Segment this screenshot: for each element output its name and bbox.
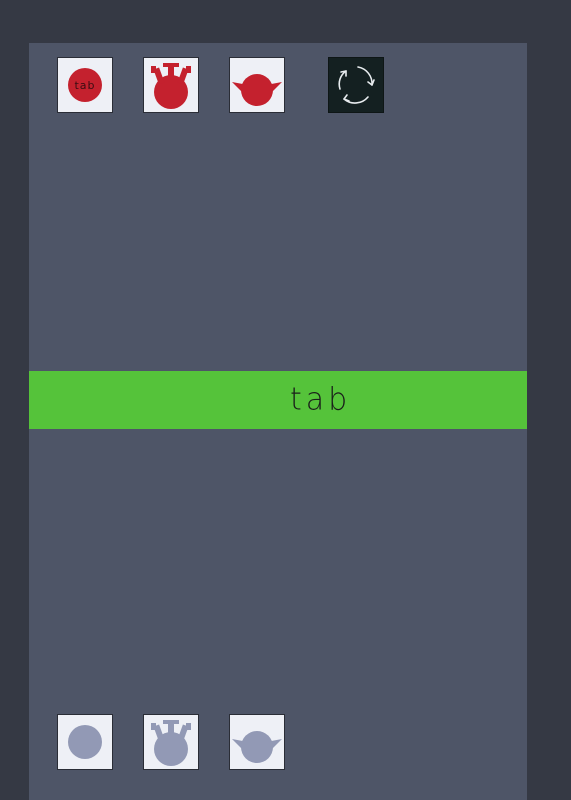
grey-circle-tile[interactable]: [57, 714, 113, 770]
eared-head-icon: [232, 74, 282, 106]
circle-icon: [68, 725, 102, 759]
antlered-head-icon: [151, 63, 191, 109]
reset-button[interactable]: [328, 57, 384, 113]
grey-antlered-head-tile[interactable]: [143, 714, 199, 770]
grey-eared-head-tile[interactable]: [229, 714, 285, 770]
tile-tab-label: tab: [74, 79, 96, 92]
red-circle-tile[interactable]: tab: [57, 57, 113, 113]
banner-word: tab: [290, 381, 352, 418]
antlered-head-icon: [151, 720, 191, 766]
answer-banner: [29, 371, 527, 429]
eared-head-icon: [232, 731, 282, 763]
reset-arrows-icon: [338, 66, 375, 104]
red-eared-head-tile[interactable]: [229, 57, 285, 113]
red-antlered-head-tile[interactable]: [143, 57, 199, 113]
